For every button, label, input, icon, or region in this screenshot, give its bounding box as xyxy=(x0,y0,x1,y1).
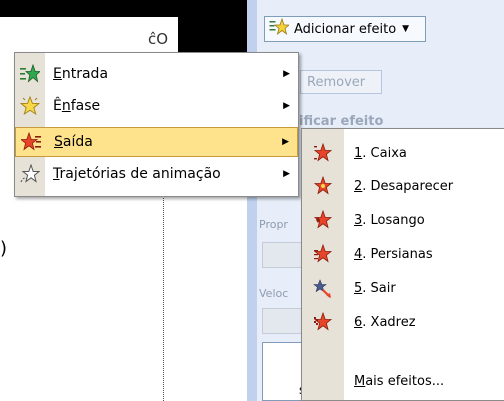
menu-item-label: 6. Xadrez xyxy=(354,314,416,330)
menu-item-emphasis[interactable]: Ênfase ▶ xyxy=(15,91,298,121)
menu-item-label: Entrada xyxy=(53,66,109,82)
menu-item-label: 3. Losango xyxy=(354,212,425,228)
exit-disappear-icon xyxy=(313,176,333,196)
slide-partial-paren: ) xyxy=(0,238,8,259)
chevron-down-icon: ▼ xyxy=(402,24,410,34)
menu-item-motion-paths[interactable]: Trajetórias de animação ▶ xyxy=(15,159,298,189)
emphasis-star-icon xyxy=(20,96,40,116)
menu-item-exit-disappear[interactable]: 2. Desaparecer xyxy=(302,172,504,200)
menu-item-label: Trajetórias de animação xyxy=(53,166,221,182)
menu-item-exit-checkerboard[interactable]: 6. Xadrez xyxy=(302,308,504,336)
property-label: Propr xyxy=(259,218,288,231)
add-effect-menu: Entrada ▶ Ênfase ▶ Saída ▶ Trajetórias d… xyxy=(14,52,299,197)
add-effect-label: Adicionar efeito xyxy=(294,21,397,37)
add-effect-button[interactable]: Adicionar efeito ▼ xyxy=(264,16,426,42)
menu-item-label: Saída xyxy=(54,134,93,150)
menu-item-exit-fly-out[interactable]: 5. Sair xyxy=(302,274,504,302)
menu-item-exit-blinds[interactable]: 4. Persianas xyxy=(302,240,504,268)
menu-item-exit-box[interactable]: 1. Caixa xyxy=(302,139,504,167)
exit-checkerboard-icon xyxy=(313,312,333,332)
submenu-arrow-icon: ▶ xyxy=(283,69,290,79)
slide-top-bar xyxy=(0,0,247,17)
submenu-arrow-icon: ▶ xyxy=(283,169,290,179)
menu-item-exit-diamond[interactable]: 3. Losango xyxy=(302,206,504,234)
entrance-star-icon xyxy=(20,64,40,84)
remove-button[interactable]: Remover xyxy=(300,70,382,94)
slide-placeholder-border xyxy=(14,196,164,401)
menu-item-label: Mais efeitos... xyxy=(354,373,445,389)
menu-item-exit[interactable]: Saída ▶ xyxy=(15,127,298,157)
menu-item-label: 1. Caixa xyxy=(354,145,407,161)
menu-item-label: 4. Persianas xyxy=(354,246,433,262)
exit-blinds-icon xyxy=(313,244,333,264)
exit-fly-out-icon xyxy=(313,278,333,298)
modify-effect-heading: ificar efeito xyxy=(299,114,384,129)
menu-item-more-effects[interactable]: Mais efeitos... xyxy=(302,368,504,394)
menu-item-label: 2. Desaparecer xyxy=(354,178,454,194)
speed-label: Veloc xyxy=(259,287,289,300)
exit-effects-submenu: 1. Caixa 2. Desaparecer 3. Losango 4. Pe… xyxy=(301,128,504,401)
menu-item-entrance[interactable]: Entrada ▶ xyxy=(15,59,298,89)
motion-path-star-icon xyxy=(20,164,40,184)
exit-diamond-icon xyxy=(313,210,333,230)
submenu-arrow-icon: ▶ xyxy=(283,101,290,111)
menu-item-label: Ênfase xyxy=(53,98,101,114)
star-effect-icon xyxy=(269,17,291,40)
slide-partial-text: ĉO xyxy=(148,30,169,48)
menu-item-label: 5. Sair xyxy=(354,280,396,296)
exit-star-icon xyxy=(21,132,41,152)
submenu-arrow-icon: ▶ xyxy=(282,137,289,147)
exit-box-icon xyxy=(313,143,333,163)
